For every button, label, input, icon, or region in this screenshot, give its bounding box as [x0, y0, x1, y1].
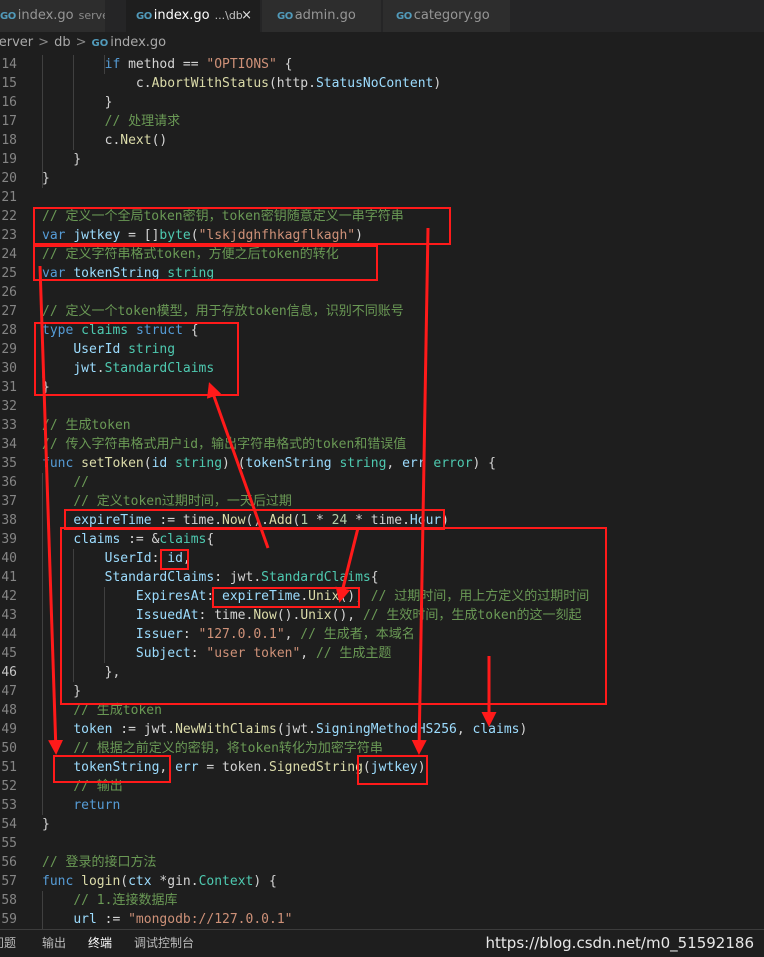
panel-tab-output[interactable]: 输出 [42, 930, 66, 957]
arrow-jwtkey-to-signedstring [411, 227, 430, 755]
watermark: https://blog.csdn.net/m0_51592186 [485, 934, 754, 952]
panel-tab-problems[interactable]: 问题 [0, 930, 16, 957]
panel-tab-debug-console[interactable]: 调试控制台 [134, 930, 194, 957]
bottom-panel-tabs: 问题 输出 终端 调试控制台 https://blog.csdn.net/m0_… [0, 929, 764, 957]
arrow-tokenstring-to-assign [38, 265, 64, 755]
arrow-expiretime-to-unix [335, 527, 360, 603]
annotation-arrows [38, 227, 497, 755]
panel-tab-terminal[interactable]: 终端 [88, 930, 112, 957]
arrow-claims-type-to-struct [206, 382, 270, 549]
